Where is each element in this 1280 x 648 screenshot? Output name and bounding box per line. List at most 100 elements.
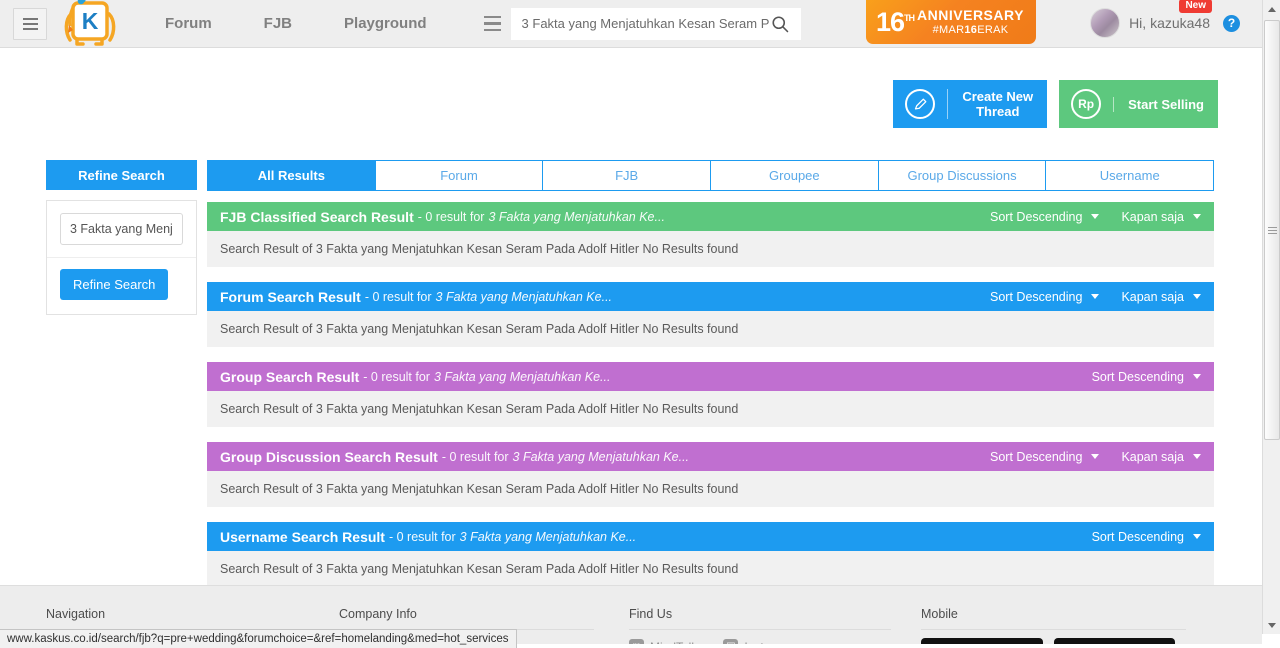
main-menu-button[interactable] (13, 7, 47, 40)
nav-item-fjb[interactable]: FJB (238, 0, 318, 48)
panel-username: Username Search Result - 0 result for 3 … (207, 522, 1214, 587)
scroll-down-arrow-icon (1268, 622, 1276, 628)
user-greeting[interactable]: Hi, kazuka48 (1129, 15, 1210, 31)
tab-group-discussions[interactable]: Group Discussions (879, 161, 1047, 190)
search-result-panels: FJB Classified Search Result - 0 result … (207, 202, 1214, 602)
panel-query: 3 Fakta yang Menjatuhkan Ke... (488, 209, 665, 224)
panel-group-discussion: Group Discussion Search Result - 0 resul… (207, 442, 1214, 507)
scroll-up-button[interactable] (1263, 0, 1280, 18)
tab-forum[interactable]: Forum (376, 161, 544, 190)
sort-descending-dropdown[interactable]: Sort Descending (990, 449, 1100, 464)
start-selling-button[interactable]: Rp Start Selling (1059, 80, 1218, 128)
refine-search-input[interactable] (60, 213, 183, 245)
panel-title: Group Search Result (220, 368, 360, 385)
time-filter-dropdown[interactable]: Kapan saja (1121, 290, 1201, 304)
search-input[interactable] (521, 16, 770, 31)
tab-username[interactable]: Username (1046, 161, 1213, 190)
refine-search-header[interactable]: Refine Search (46, 160, 197, 190)
time-filter-dropdown[interactable]: Kapan saja (1121, 210, 1201, 224)
search-area (475, 7, 801, 40)
sort-descending-dropdown[interactable]: Sort Descending (990, 289, 1100, 304)
refine-search-button[interactable]: Refine Search (60, 269, 169, 300)
footer-column-mobile: Mobile (921, 607, 1186, 648)
hamburger-icon (22, 17, 38, 20)
sort-descending-dropdown[interactable]: Sort Descending (990, 209, 1100, 224)
tab-all-results[interactable]: All Results (208, 161, 376, 190)
footer-heading: Company Info (339, 607, 417, 621)
anniversary-ordinal: TH (904, 12, 915, 23)
status-bar: www.kaskus.co.id/search/fjb?q=pre+weddin… (0, 629, 517, 648)
time-label: Kapan saja (1121, 209, 1184, 224)
hamburger-icon (22, 22, 38, 25)
scrollbar-thumb[interactable] (1264, 20, 1280, 440)
category-hamburger-icon (484, 15, 502, 19)
chevron-down-icon (1193, 374, 1201, 379)
panel-header: FJB Classified Search Result - 0 result … (207, 202, 1214, 231)
search-result-tabs: All Results Forum FJB Groupee Group Disc… (207, 160, 1214, 191)
refine-search-panel: Refine Search (46, 200, 197, 315)
scroll-down-button[interactable] (1263, 616, 1280, 634)
tab-groupee[interactable]: Groupee (711, 161, 879, 190)
sort-descending-dropdown[interactable]: Sort Descending (1092, 370, 1201, 384)
anniversary-hashtag: #MAR16ERAK (932, 23, 1009, 36)
search-icon[interactable] (770, 14, 790, 34)
refine-button-row: Refine Search (47, 258, 196, 314)
panel-result-count: - 0 result for (417, 209, 485, 224)
create-new-thread-label: Create New Thread (947, 89, 1047, 119)
chevron-down-icon (1193, 294, 1201, 299)
anniversary-text: ANNIVERSARY #MAR16ERAK (917, 6, 1024, 37)
search-box (510, 7, 801, 40)
category-menu-button[interactable] (475, 9, 511, 39)
chevron-down-icon (1091, 214, 1100, 219)
divider (921, 629, 1186, 630)
panel-forum: Forum Search Result - 0 result for 3 Fak… (207, 282, 1214, 347)
user-area: Hi, kazuka48 New ? (1090, 0, 1240, 38)
sort-label: Sort Descending (1091, 369, 1184, 384)
footer-column-navigation: Navigation (46, 607, 316, 630)
sort-label: Sort Descending (990, 449, 1083, 464)
create-new-thread-button[interactable]: Create New Thread (893, 80, 1048, 128)
rupiah-icon-wrap: Rp (1059, 80, 1113, 128)
nav-item-forum[interactable]: Forum (139, 0, 238, 48)
sort-label: Sort Descending (990, 289, 1083, 304)
category-hamburger-icon (484, 28, 502, 32)
status-bar-url: www.kaskus.co.id/search/fjb?q=pre+weddin… (7, 633, 509, 645)
footer-column-find-us: Find Us m MindTalk ▣ Instagram (629, 607, 891, 648)
new-badge: New (1179, 0, 1212, 13)
pencil-icon (905, 89, 936, 119)
nav-item-playground[interactable]: Playground (318, 0, 453, 48)
chevron-down-icon (1091, 294, 1100, 299)
help-icon[interactable]: ? (1223, 14, 1240, 32)
panel-fjb-classified: FJB Classified Search Result - 0 result … (207, 202, 1214, 267)
scrollbar-grip-icon (1267, 225, 1277, 236)
time-filter-dropdown[interactable]: Kapan saja (1121, 450, 1201, 464)
footer-column-company-info: Company Info (339, 607, 594, 630)
site-header: K Forum FJB Playground 3 Fakta yang Menj… (0, 0, 1262, 48)
panel-body: Search Result of 3 Fakta yang Menjatuhka… (207, 311, 1214, 347)
panel-result-count: - 0 result for (441, 449, 509, 464)
anniversary-title: ANNIVERSARY (917, 6, 1024, 23)
time-label: Kapan saja (1121, 289, 1184, 304)
sort-descending-dropdown[interactable]: Sort Descending (1092, 530, 1201, 544)
panel-header: Group Discussion Search Result - 0 resul… (207, 442, 1214, 471)
panel-body: Search Result of 3 Fakta yang Menjatuhka… (207, 391, 1214, 427)
vertical-scrollbar[interactable] (1262, 0, 1280, 634)
avatar[interactable] (1090, 8, 1121, 38)
panel-header: Forum Search Result - 0 result for 3 Fak… (207, 282, 1214, 311)
pencil-icon-wrap (893, 80, 947, 128)
footer-heading: Navigation (46, 607, 106, 621)
sort-label: Sort Descending (1091, 529, 1184, 544)
svg-text:K: K (82, 8, 99, 34)
chevron-down-icon (1091, 454, 1100, 459)
divider (629, 629, 891, 630)
chevron-down-icon (1193, 534, 1201, 539)
rupiah-icon: Rp (1071, 89, 1102, 119)
time-label: Kapan saja (1121, 449, 1184, 464)
action-buttons: Create New Thread Rp Start Selling (893, 80, 1218, 128)
kaskus-logo[interactable]: K (57, 0, 123, 48)
sort-label: Sort Descending (990, 209, 1083, 224)
footer-heading: Mobile (921, 607, 958, 621)
anniversary-banner[interactable]: 16TH ANNIVERSARY #MAR16ERAK (866, 0, 1036, 44)
tab-fjb[interactable]: FJB (543, 161, 712, 190)
footer-heading: Find Us (629, 607, 673, 621)
